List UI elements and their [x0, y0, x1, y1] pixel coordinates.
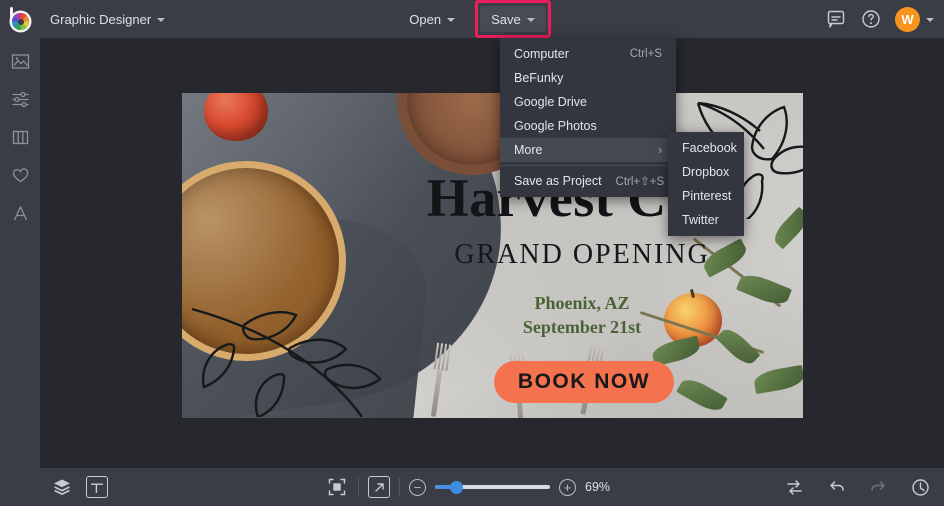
menu-item-befunky[interactable]: BeFunky	[500, 66, 676, 90]
menu-item-label: Google Drive	[514, 95, 587, 109]
menu-item-label: Computer	[514, 47, 569, 61]
menu-item-label: Save as Project	[514, 174, 602, 188]
design-date: September 21st	[522, 317, 642, 338]
heart-icon	[12, 167, 28, 182]
divider	[358, 478, 359, 496]
canvas-area[interactable]: Harvest Cafe GRAND OPENING Phoenix, AZ S…	[40, 38, 944, 468]
image-icon	[11, 53, 29, 69]
design-cta-button[interactable]: BOOK NOW	[494, 361, 674, 403]
sidebar-item-image-manager[interactable]	[4, 50, 36, 72]
top-toolbar: Graphic Designer Open Save W	[0, 0, 944, 38]
menu-item-shortcut: Ctrl+S	[629, 48, 662, 60]
mode-selector-label: Graphic Designer	[50, 11, 152, 27]
menu-divider	[500, 165, 676, 166]
menu-item-shortcut: Ctrl+⇧+S	[615, 176, 665, 188]
zoom-slider-knob[interactable]	[450, 480, 463, 494]
menu-item-label: Twitter	[682, 213, 719, 227]
more-submenu: Facebook Dropbox Pinterest Twitter	[668, 132, 744, 236]
layers-icon[interactable]	[50, 475, 74, 499]
avatar-initial: W	[901, 11, 914, 27]
menu-item-google-drive[interactable]: Google Drive	[500, 90, 676, 114]
bottom-toolbar: − + 69%	[0, 468, 944, 506]
fit-to-screen-icon[interactable]	[325, 475, 349, 499]
top-right-actions: W	[827, 0, 934, 38]
submenu-item-pinterest[interactable]: Pinterest	[668, 184, 744, 208]
zoom-out-button[interactable]: −	[409, 478, 426, 496]
open-button-label: Open	[409, 11, 442, 27]
sidebar-item-templates[interactable]	[4, 126, 36, 148]
text-a-icon	[13, 205, 27, 220]
app-logo[interactable]	[0, 0, 40, 38]
menu-item-label: Pinterest	[682, 189, 732, 203]
undo-arrow-icon[interactable]	[824, 475, 848, 499]
chevron-right-icon: ›	[658, 143, 662, 157]
zoom-in-button[interactable]: +	[559, 478, 576, 496]
chat-bubble-icon[interactable]	[827, 10, 847, 28]
design-subtitle[interactable]: GRAND OPENING	[367, 239, 797, 271]
menu-item-label: Google Photos	[514, 119, 597, 133]
layout-panel-icon[interactable]	[86, 476, 108, 498]
zoom-slider[interactable]	[435, 480, 550, 494]
mode-selector[interactable]: Graphic Designer	[40, 6, 175, 32]
redo-arrow-icon[interactable]	[866, 475, 890, 499]
sidebar-item-text[interactable]	[4, 202, 36, 224]
sliders-icon	[11, 91, 29, 107]
menu-item-more[interactable]: More ›	[500, 138, 676, 162]
history-clock-icon[interactable]	[908, 475, 932, 499]
bottom-right-actions	[782, 468, 932, 506]
compare-swap-icon[interactable]	[782, 475, 806, 499]
menu-item-save-as-project[interactable]: Save as Project Ctrl+⇧+S	[500, 169, 676, 193]
menu-item-computer[interactable]: Computer Ctrl+S	[500, 42, 676, 66]
design-location-date[interactable]: Phoenix, AZ September 21st	[367, 291, 797, 340]
chevron-down-icon	[157, 18, 166, 22]
save-dropdown-menu: Computer Ctrl+S BeFunky Google Drive Goo…	[500, 38, 676, 197]
chevron-down-icon	[447, 18, 456, 22]
help-circle-icon[interactable]	[861, 9, 881, 29]
app-root: Graphic Designer Open Save W Harvest Caf…	[0, 0, 944, 506]
menu-item-label: Facebook	[682, 141, 737, 155]
columns-icon	[12, 130, 28, 144]
sidebar-item-favorites[interactable]	[4, 164, 36, 186]
design-location: Phoenix, AZ	[534, 293, 630, 313]
avatar[interactable]: W	[895, 6, 920, 32]
bottom-left-actions	[0, 475, 108, 499]
befunky-logo-icon	[8, 7, 32, 31]
chevron-down-icon	[526, 18, 535, 22]
open-button[interactable]: Open	[398, 6, 466, 32]
zoom-level-value: 69%	[585, 480, 611, 494]
submenu-item-dropbox[interactable]: Dropbox	[668, 160, 744, 184]
save-button[interactable]: Save	[475, 0, 551, 38]
submenu-item-facebook[interactable]: Facebook	[668, 136, 744, 160]
divider	[399, 478, 400, 496]
expand-arrow-icon[interactable]	[368, 476, 390, 498]
sidebar-item-edit-adjust[interactable]	[4, 88, 36, 110]
chevron-down-icon[interactable]	[926, 18, 934, 22]
left-sidebar	[0, 38, 40, 468]
save-button-label: Save	[491, 11, 521, 27]
menu-item-label: More	[514, 143, 543, 157]
menu-item-label: BeFunky	[514, 71, 564, 85]
menu-item-label: Dropbox	[682, 165, 730, 179]
submenu-item-twitter[interactable]: Twitter	[668, 208, 744, 232]
menu-item-google-photos[interactable]: Google Photos	[500, 114, 676, 138]
